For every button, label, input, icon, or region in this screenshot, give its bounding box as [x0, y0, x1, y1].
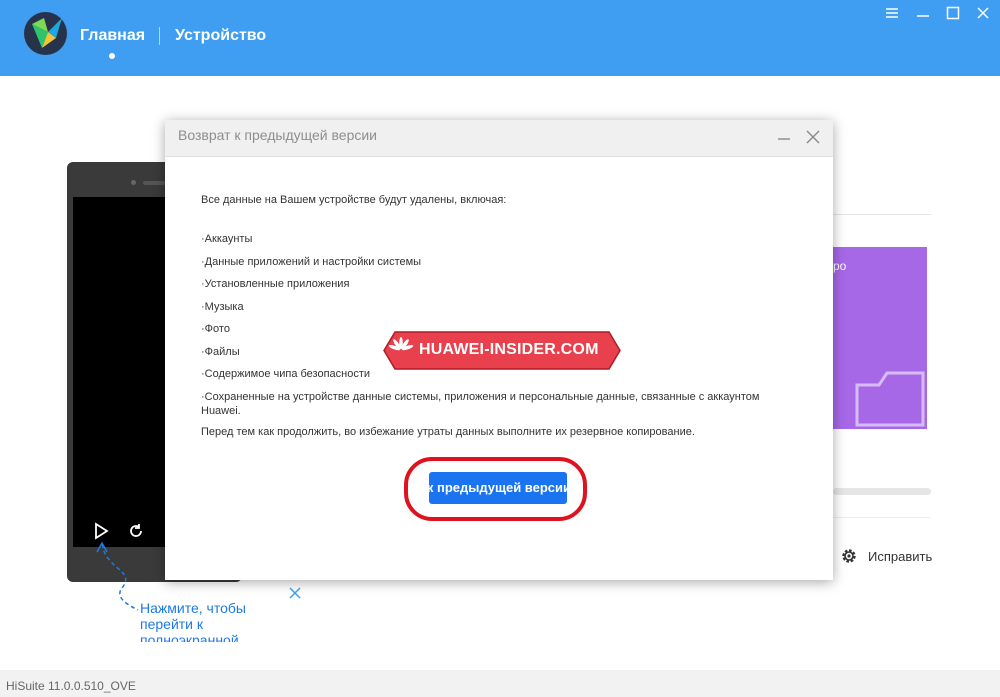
nav-tab-home[interactable]: Главная	[80, 27, 145, 45]
dialog-minimize-icon[interactable]	[776, 129, 792, 145]
watermark-logo: HUAWEI-INSIDER.COM	[383, 331, 621, 370]
dialog-titlebar: Возврат к предыдущей версии	[165, 120, 833, 157]
rotate-icon[interactable]	[127, 522, 145, 540]
list-item: ·Сохраненные на устройстве данные систем…	[201, 390, 760, 417]
gear-icon[interactable]	[840, 547, 858, 565]
close-icon[interactable]	[974, 4, 992, 22]
status-bar: HiSuite 11.0.0.510_OVE	[0, 670, 1000, 697]
dialog-content: Все данные на Вашем устройстве будут уда…	[201, 194, 801, 438]
phone-camera	[131, 180, 136, 185]
backup-note: Перед тем как продолжить, во избежание у…	[201, 425, 695, 438]
minimize-icon[interactable]	[914, 4, 932, 22]
app-version: HiSuite 11.0.0.510_OVE	[6, 679, 136, 693]
list-item: ·Музыка	[201, 300, 244, 313]
watermark-text: HUAWEI-INSIDER.COM	[419, 341, 599, 358]
nav-tab-device[interactable]: Устройство	[175, 27, 266, 45]
fullscreen-hint-text: Нажмите, чтобы перейти к полноэкранной	[140, 600, 246, 642]
dialog-title: Возврат к предыдущей версии	[178, 127, 378, 143]
hint-close-icon[interactable]	[289, 586, 301, 599]
folder-icon	[855, 371, 925, 427]
list-item: ·Аккаунты	[201, 233, 253, 245]
play-icon[interactable]	[92, 522, 110, 540]
menu-icon[interactable]	[883, 4, 901, 22]
rollback-button-label: Возврат к предыдущей версии	[429, 480, 567, 495]
hint-arrow-icon	[96, 541, 139, 611]
dialog-close-icon[interactable]	[805, 129, 821, 145]
rollback-button[interactable]: Возврат к предыдущей версии	[429, 472, 567, 504]
app-header: Главная Устройство	[0, 0, 1000, 76]
maximize-icon[interactable]	[944, 4, 962, 22]
list-item: ·Данные приложений и настройки системы	[201, 255, 422, 268]
nav-separator	[159, 27, 160, 45]
list-item: ·Установленные приложения	[201, 278, 350, 290]
active-tab-indicator	[109, 53, 115, 59]
storage-progress-bar	[833, 488, 931, 495]
feature-card-title: ро	[833, 259, 847, 273]
list-item: ·Содержимое чипа безопасности	[201, 368, 371, 380]
panel-divider-2	[833, 517, 931, 518]
warning-intro: Все данные на Вашем устройстве будут уда…	[201, 194, 507, 206]
repair-button[interactable]: Исправить	[868, 549, 932, 564]
hisuite-logo-icon	[24, 12, 67, 55]
panel-divider	[833, 214, 931, 215]
feature-card[interactable]: ро	[833, 247, 927, 429]
